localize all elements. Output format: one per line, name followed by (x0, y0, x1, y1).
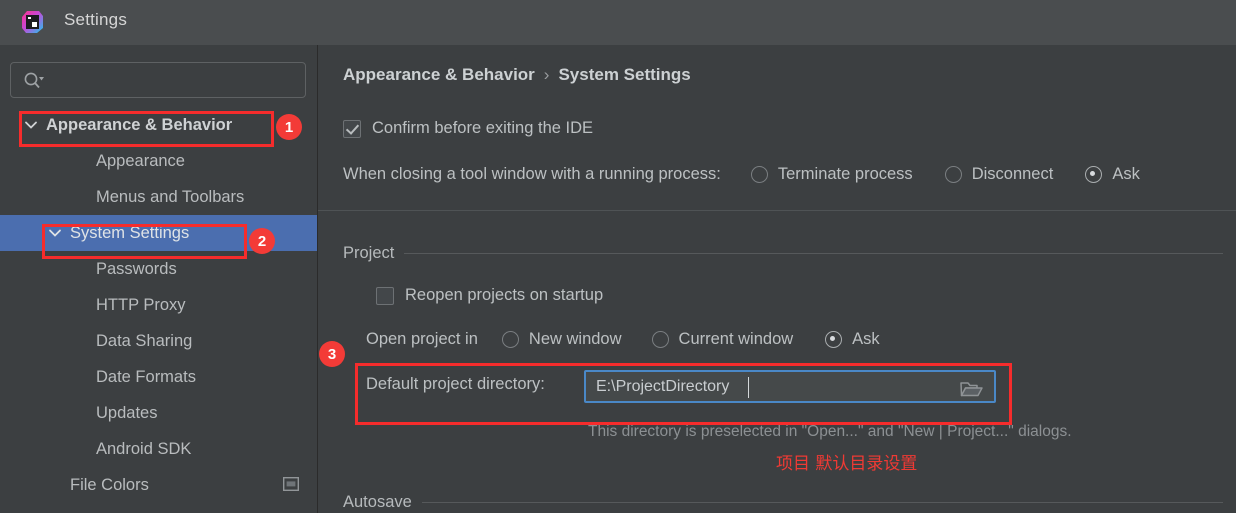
default-directory-value: E:\ProjectDirectory (596, 378, 730, 395)
sidebar-item-label: HTTP Proxy (96, 295, 186, 314)
confirm-exit-checkbox[interactable] (343, 119, 361, 138)
radio-ask[interactable]: Ask (1085, 165, 1140, 184)
sidebar-item-appearance-and-behavior[interactable]: Appearance & Behavior (0, 107, 317, 143)
folder-open-icon[interactable] (960, 380, 983, 398)
sidebar-item-label: System Settings (70, 223, 190, 242)
radio-button[interactable] (825, 331, 843, 348)
panel-window-icon (282, 476, 300, 492)
radio-disconnect[interactable]: Disconnect (944, 165, 1054, 184)
sidebar-item-label: Appearance (96, 151, 185, 170)
radio-label: Disconnect (971, 165, 1054, 183)
annotation-note-cjk: 项目 默认目录设置 (776, 454, 918, 474)
radio-label: New window (528, 330, 622, 348)
chevron-down-icon[interactable] (48, 226, 62, 240)
default-directory-label: Default project directory: (366, 375, 545, 393)
sidebar-item-appearance[interactable]: Appearance (0, 143, 317, 179)
tool-window-close-label: When closing a tool window with a runnin… (343, 165, 721, 183)
group-divider (421, 502, 1223, 503)
sidebar-item-label: Data Sharing (96, 331, 193, 350)
text-caret (748, 377, 749, 398)
reopen-projects-checkbox[interactable] (376, 286, 394, 305)
confirm-exit-row[interactable]: Confirm before exiting the IDE (343, 119, 593, 138)
breadcrumb-separator-icon: › (543, 65, 550, 84)
group-divider (404, 253, 1223, 254)
sidebar-item-label: Date Formats (96, 367, 196, 386)
sidebar-item-http-proxy[interactable]: HTTP Proxy (0, 287, 317, 323)
radio-button[interactable] (944, 166, 962, 183)
sidebar-item-menus-and-toolbars[interactable]: Menus and Toolbars (0, 179, 317, 215)
content-section-divider (318, 210, 1236, 211)
radio-ask-open-project[interactable]: Ask (825, 330, 880, 349)
settings-content: Appearance & Behavior › System Settings Co… (318, 45, 1236, 513)
sidebar-item-android-sdk[interactable]: Android SDK (0, 431, 317, 467)
sidebar-item-file-colors[interactable]: File Colors (0, 467, 317, 503)
confirm-exit-label: Confirm before exiting the IDE (372, 119, 594, 137)
search-input[interactable] (10, 62, 306, 98)
sidebar-item-label: Menus and Toolbars (96, 187, 245, 206)
default-directory-row: Default project directory: (366, 375, 545, 394)
default-directory-input[interactable]: E:\ProjectDirectory (584, 370, 996, 403)
breadcrumb: Appearance & Behavior › System Settings (343, 65, 691, 85)
sidebar-item-updates[interactable]: Updates (0, 395, 317, 431)
open-project-in-row: Open project in New window Current windo… (366, 330, 880, 349)
radio-new-window[interactable]: New window (501, 330, 622, 349)
sidebar-item-date-formats[interactable]: Date Formats (0, 359, 317, 395)
radio-current-window[interactable]: Current window (651, 330, 794, 349)
tool-window-close-row: When closing a tool window with a runnin… (343, 165, 1140, 184)
reopen-projects-row[interactable]: Reopen projects on startup (376, 286, 603, 305)
sidebar-item-label: Appearance & Behavior (46, 115, 233, 134)
radio-button[interactable] (1085, 166, 1103, 183)
sidebar-item-label: File Colors (70, 475, 149, 494)
sidebar-item-passwords[interactable]: Passwords (0, 251, 317, 287)
radio-label: Ask (1112, 165, 1140, 183)
window-title: Settings (64, 10, 128, 29)
autosave-group-title: Autosave (343, 493, 412, 511)
annotation-badge-2: 2 (249, 228, 275, 254)
radio-label: Current window (678, 330, 794, 348)
radio-button[interactable] (651, 331, 669, 348)
settings-window: Settings Appearance & Behavior Appearanc… (0, 0, 1236, 513)
radio-label: Ask (852, 330, 880, 348)
intellij-idea-logo-icon (18, 8, 46, 36)
open-project-in-label: Open project in (366, 330, 478, 348)
radio-button[interactable] (750, 166, 768, 183)
sidebar-item-label: Android SDK (96, 439, 192, 458)
annotation-badge-3: 3 (319, 341, 345, 367)
autosave-group-header: Autosave (343, 493, 1223, 512)
radio-terminate-process[interactable]: Terminate process (750, 165, 913, 184)
sidebar-item-label: Passwords (96, 259, 177, 278)
title-bar: Settings (0, 0, 1236, 45)
project-group-title: Project (343, 244, 395, 262)
chevron-down-icon[interactable] (24, 118, 38, 132)
reopen-projects-label: Reopen projects on startup (405, 286, 604, 304)
radio-button[interactable] (501, 331, 519, 348)
sidebar-item-label: Updates (96, 403, 158, 422)
radio-label: Terminate process (777, 165, 913, 183)
settings-sidebar: Appearance & Behavior Appearance Menus a… (0, 45, 318, 513)
project-group-header: Project (343, 244, 1223, 263)
default-directory-hint: This directory is preselected in "Open..… (588, 423, 1072, 440)
breadcrumb-current: System Settings (558, 65, 691, 84)
breadcrumb-parent[interactable]: Appearance & Behavior (343, 65, 535, 84)
sidebar-item-data-sharing[interactable]: Data Sharing (0, 323, 317, 359)
search-icon (23, 71, 45, 91)
annotation-badge-1: 1 (276, 114, 302, 140)
settings-tree: Appearance & Behavior Appearance Menus a… (0, 107, 317, 503)
